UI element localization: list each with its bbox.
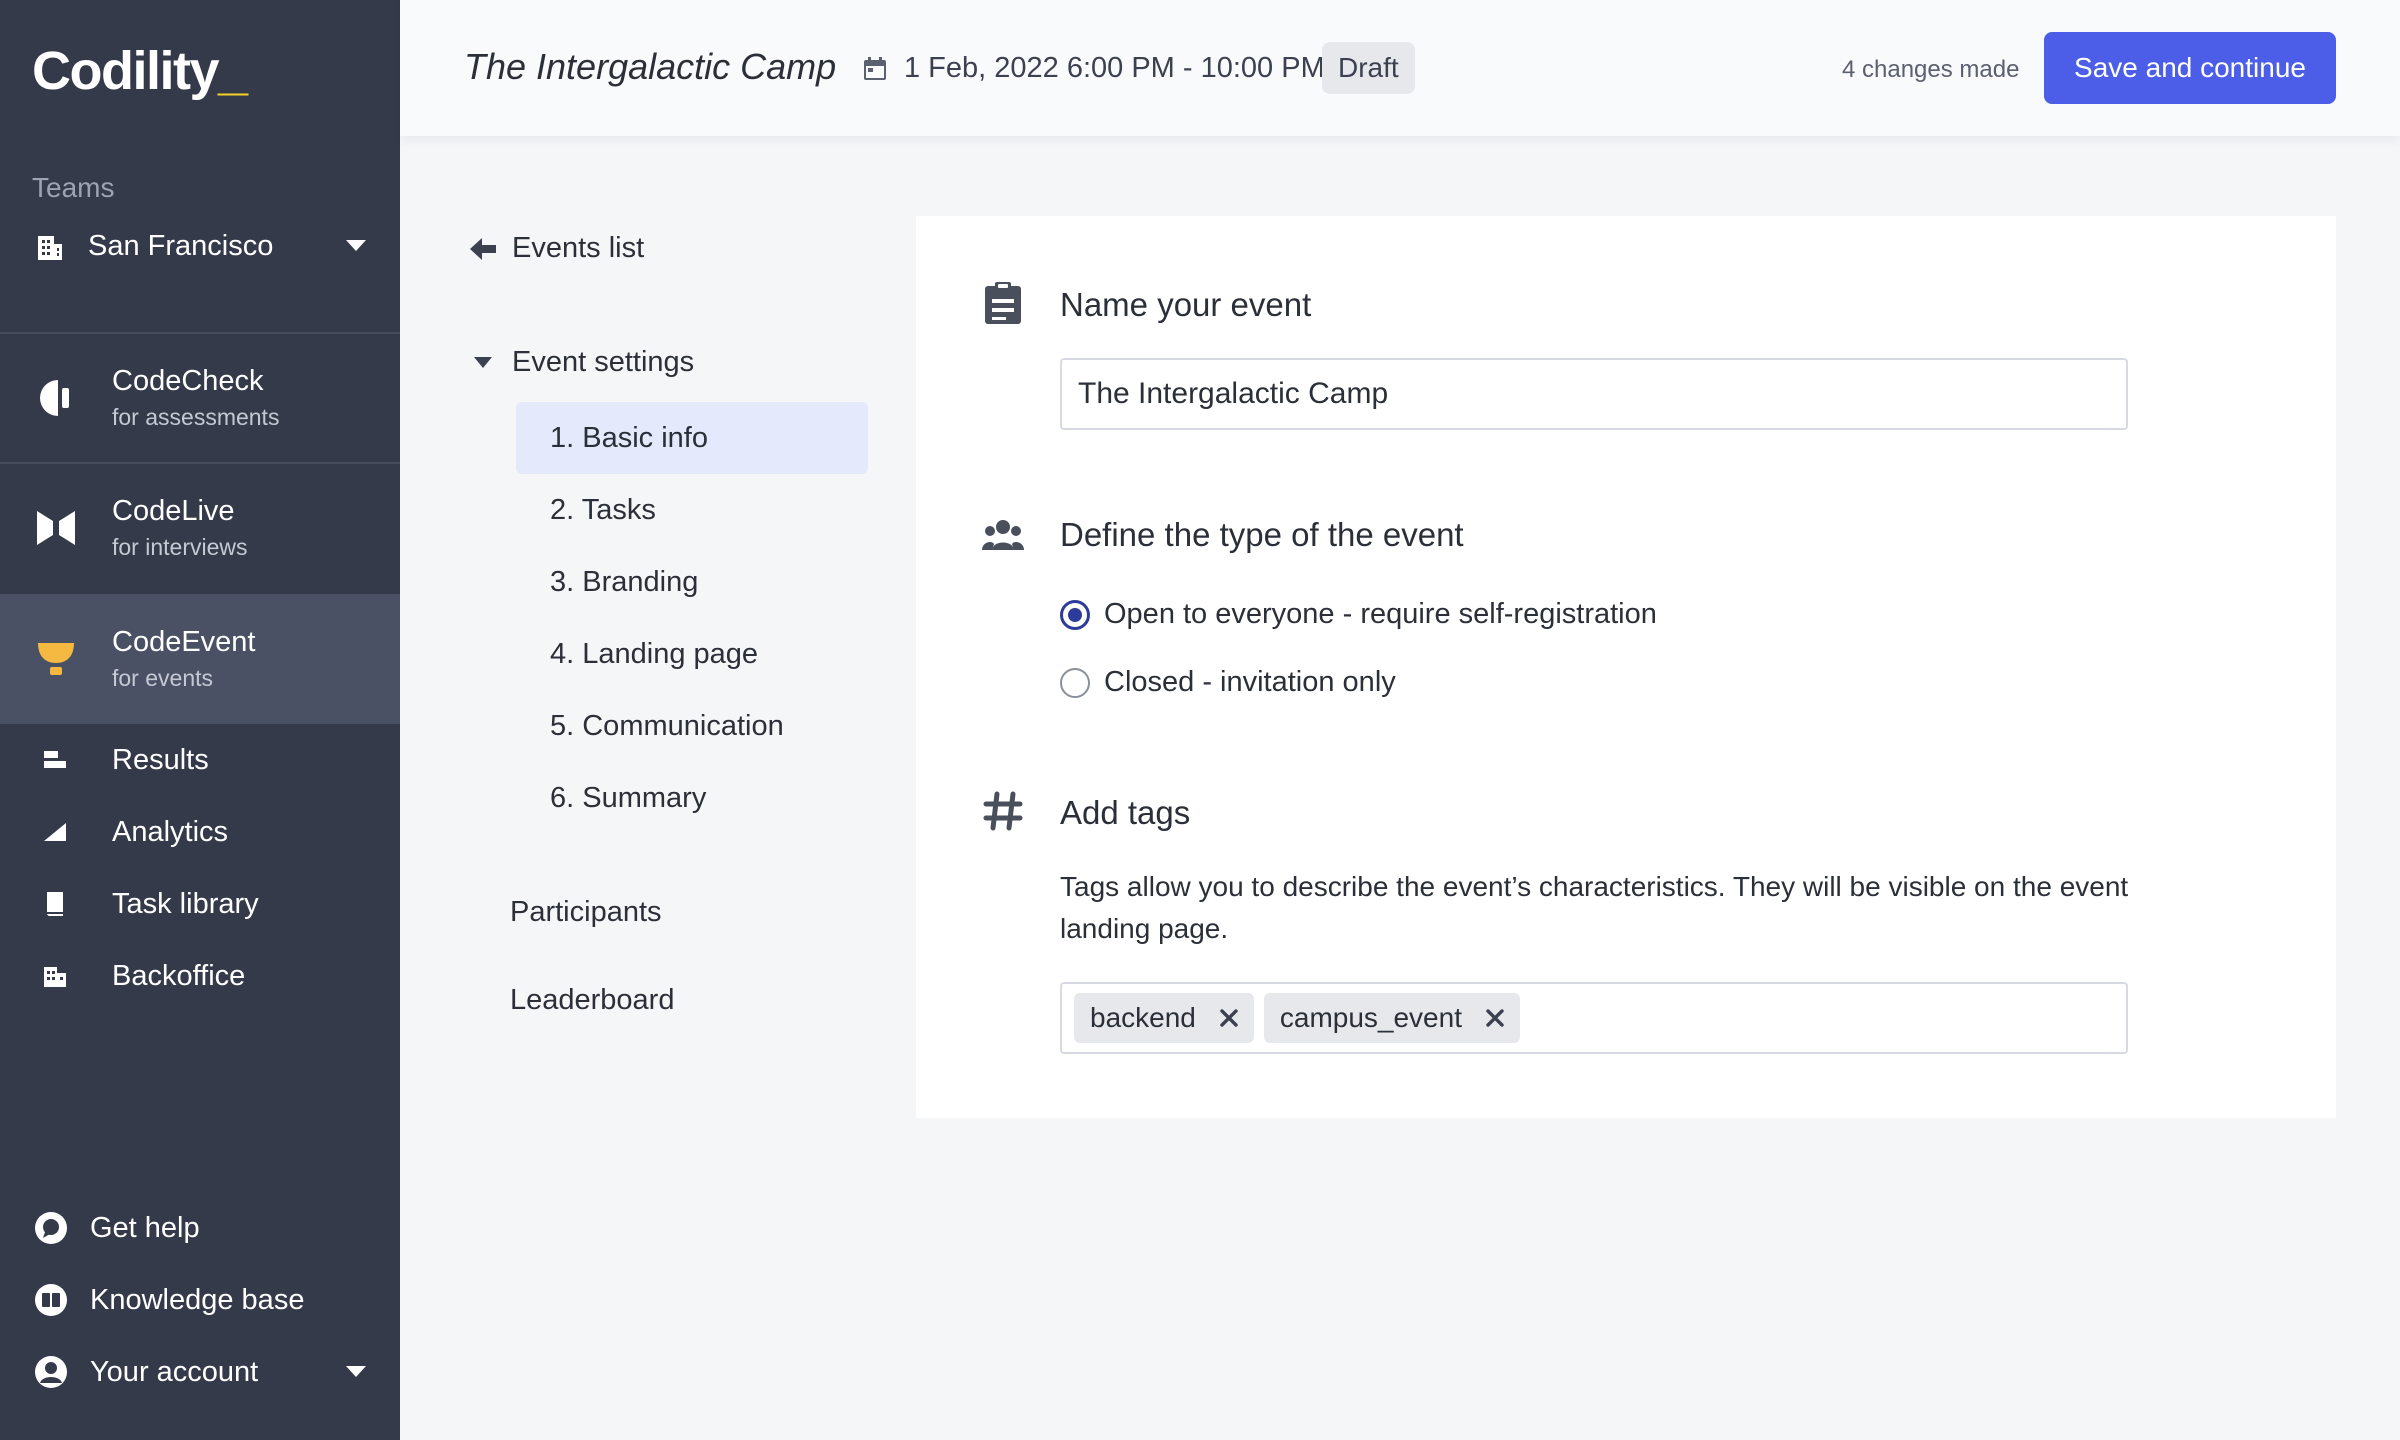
nav-item-task-library[interactable]: Task library <box>0 874 400 934</box>
changes-count: 4 changes made <box>1842 56 2020 83</box>
nav-label: Backoffice <box>112 959 246 992</box>
building-icon <box>32 228 68 264</box>
nav-label: Task library <box>112 887 259 920</box>
results-icon <box>38 743 72 777</box>
tags-input[interactable]: backend campus_event <box>1060 982 2128 1054</box>
hashtag-icon <box>982 790 1024 832</box>
caret-down-icon <box>344 234 368 258</box>
radio-label: Closed - invitation only <box>1104 666 1396 698</box>
tag-label: backend <box>1090 1002 1196 1033</box>
arrow-left-icon <box>470 235 498 263</box>
status-badge: Draft <box>1322 42 1415 94</box>
product-codecheck[interactable]: CodeCheck for assessments <box>0 334 400 462</box>
backoffice-icon <box>38 959 72 993</box>
product-title: CodeLive <box>112 495 235 527</box>
chat-icon <box>32 1209 70 1247</box>
remove-tag-icon[interactable] <box>1218 1007 1240 1029</box>
radio-open-to-everyone[interactable]: Open to everyone - require self-registra… <box>1060 598 1657 631</box>
nav-label: Analytics <box>112 815 229 848</box>
codility-logo[interactable]: Codility_ <box>32 40 248 102</box>
bottom-label: Get help <box>90 1211 200 1244</box>
participants-link[interactable]: Participants <box>510 896 662 929</box>
book-icon <box>32 1281 70 1319</box>
radio-button-checked[interactable] <box>1060 599 1090 630</box>
product-subtitle: for events <box>112 665 213 691</box>
events-list-label: Events list <box>512 232 645 264</box>
team-name: San Francisco <box>88 229 274 262</box>
basic-info-card: Name your event Define the type of the e… <box>916 216 2336 1118</box>
tag-chip: campus_event <box>1263 993 1520 1043</box>
knowledge-base-link[interactable]: Knowledge base <box>32 1272 368 1328</box>
nav-label: Results <box>112 743 209 776</box>
step-tasks[interactable]: 2. Tasks <box>516 474 868 546</box>
bottom-label: Knowledge base <box>90 1283 305 1316</box>
get-help-link[interactable]: Get help <box>32 1200 368 1256</box>
your-account-menu[interactable]: Your account <box>32 1344 368 1400</box>
trophy-icon <box>36 639 76 679</box>
analytics-icon <box>38 815 72 849</box>
product-codeevent[interactable]: CodeEvent for events <box>0 594 400 724</box>
tags-description: Tags allow you to describe the event’s c… <box>1060 871 2129 944</box>
task-library-icon <box>38 887 72 921</box>
product-subtitle: for assessments <box>112 404 280 430</box>
events-list-link[interactable]: Events list <box>470 232 644 265</box>
radio-button[interactable] <box>1060 667 1090 698</box>
teams-label: Teams <box>32 172 115 203</box>
product-title: CodeCheck <box>112 365 264 397</box>
save-and-continue-button[interactable]: Save and continue <box>2044 32 2336 104</box>
step-communication[interactable]: 5. Communication <box>516 690 868 762</box>
date-range: 1 Feb, 2022 6:00 PM - 10:00 PM <box>904 52 1325 84</box>
team-selector[interactable]: San Francisco <box>32 222 368 270</box>
nav-item-results[interactable]: Results <box>0 730 400 790</box>
event-date: 1 Feb, 2022 6:00 PM - 10:00 PM <box>860 52 1325 85</box>
product-title: CodeEvent <box>112 626 256 658</box>
radio-label: Open to everyone - require self-registra… <box>1104 598 1657 630</box>
step-landing-page[interactable]: 4. Landing page <box>516 618 868 690</box>
step-summary[interactable]: 6. Summary <box>516 762 868 834</box>
caret-down-icon <box>344 1360 368 1384</box>
event-title: The Intergalactic Camp <box>464 46 837 87</box>
people-icon <box>982 514 1024 556</box>
type-section-title: Define the type of the event <box>1060 516 1464 553</box>
event-name-input[interactable] <box>1060 358 2128 430</box>
remove-tag-icon[interactable] <box>1484 1007 1506 1029</box>
step-basic-info[interactable]: 1. Basic info <box>516 402 868 474</box>
codelive-icon <box>36 508 76 548</box>
event-settings-toggle[interactable]: Event settings <box>470 346 694 379</box>
tag-chip: backend <box>1074 993 1254 1043</box>
step-branding[interactable]: 3. Branding <box>516 546 868 618</box>
name-section-title: Name your event <box>1060 286 1312 323</box>
top-header: The Intergalactic Camp 1 Feb, 2022 6:00 … <box>400 0 2400 136</box>
tag-label: campus_event <box>1279 1002 1462 1033</box>
radio-closed-invitation[interactable]: Closed - invitation only <box>1060 666 1396 699</box>
clipboard-icon <box>982 282 1024 324</box>
event-settings-label: Event settings <box>512 346 695 378</box>
bottom-label: Your account <box>90 1355 259 1388</box>
codecheck-icon <box>36 378 76 418</box>
product-codelive[interactable]: CodeLive for interviews <box>0 464 400 592</box>
nav-item-backoffice[interactable]: Backoffice <box>0 946 400 1006</box>
nav-item-analytics[interactable]: Analytics <box>0 802 400 862</box>
tags-section-title: Add tags <box>1060 794 1191 831</box>
caret-down-icon <box>470 350 496 376</box>
sidebar: Codility_ Teams San Francisco CodeCheck … <box>0 0 400 1440</box>
product-subtitle: for interviews <box>112 534 248 560</box>
calendar-icon <box>860 54 890 84</box>
user-icon <box>32 1353 70 1391</box>
leaderboard-link[interactable]: Leaderboard <box>510 984 674 1017</box>
